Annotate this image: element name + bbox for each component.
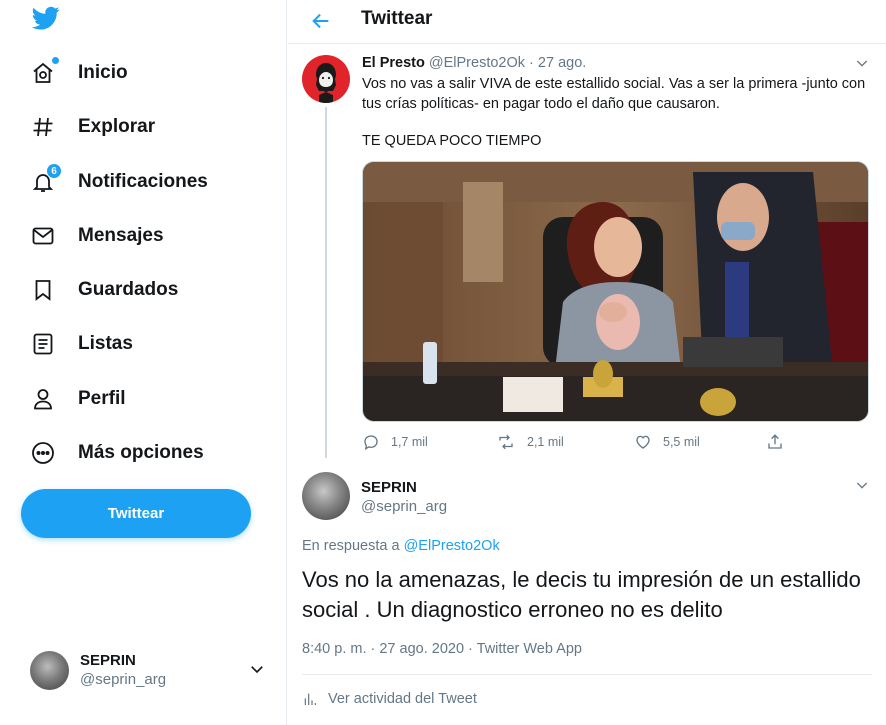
account-switcher[interactable]: SEPRIN @seprin_arg [30,648,270,692]
more-circle-icon [30,440,56,466]
envelope-icon [30,223,56,249]
nav-label: Perfil [78,388,126,409]
avatar[interactable] [302,55,350,103]
home-icon [30,57,59,86]
in-reply-handle-link[interactable]: @ElPresto2Ok [404,538,500,554]
nav-label: Más opciones [78,442,204,463]
avatar[interactable] [302,472,350,520]
activity-label: Ver actividad del Tweet [328,691,477,707]
notification-badge: 6 [46,163,62,179]
page-title: Twittear [361,8,433,29]
in-reply-to: En respuesta a @ElPresto2Ok [302,538,500,554]
reply-icon [364,435,378,451]
nav-notificaciones[interactable]: 6 Notificaciones [30,162,208,202]
analytics-icon [304,693,316,705]
retweet-icon [499,434,513,450]
author-handle[interactable]: @seprin_arg [361,498,447,515]
author-name[interactable]: SEPRIN [361,479,417,496]
tweet-meta[interactable]: 8:40 p. m. · 27 ago. 2020 · Twitter Web … [302,641,582,657]
author-name[interactable]: El Presto [362,55,425,71]
page-header: Twittear [288,0,886,44]
account-handle: @seprin_arg [80,671,167,688]
author-handle[interactable]: @ElPresto2Ok [429,55,525,71]
tweet-text-line: TE QUEDA POCO TIEMPO [362,133,542,149]
share-button[interactable] [766,433,795,451]
nav-inicio[interactable]: Inicio [30,53,128,93]
notification-dot [52,57,59,64]
main-column: Twittear El Presto @ElPresto2Ok · 27 ago… [288,0,886,725]
nav-label: Explorar [78,116,156,137]
sidebar: Inicio Explorar 6 Notificaciones Mensaje… [0,0,287,725]
nav-label: Notificaciones [78,171,208,192]
list-icon [30,331,56,357]
account-name: SEPRIN [80,652,136,669]
tweet-button[interactable]: Twittear [21,489,251,538]
tweet-image[interactable] [362,161,869,422]
parent-tweet[interactable]: El Presto @ElPresto2Ok · 27 ago. Vos no … [288,45,886,458]
nav-perfil[interactable]: Perfil [30,379,126,419]
retweet-count: 2,1 mil [527,435,564,449]
tweet-header: El Presto @ElPresto2Ok · 27 ago. [362,55,586,71]
nav-guardados[interactable]: Guardados [30,270,178,310]
reply-button[interactable]: 1,7 mil [362,433,428,451]
tweet-text: Vos no la amenazas, le decis tu impresió… [302,567,861,622]
tweet-date[interactable]: 27 ago. [538,55,586,71]
chevron-down-icon[interactable] [854,55,870,76]
bookmark-icon [30,277,56,303]
person-icon [30,386,56,412]
hashtag-icon [30,114,56,140]
retweet-button[interactable]: 2,1 mil [496,433,564,451]
nav-mensajes[interactable]: Mensajes [30,216,164,256]
nav-label: Inicio [78,62,128,83]
tweet-activity-link[interactable]: Ver actividad del Tweet [302,691,477,707]
nav-explorar[interactable]: Explorar [30,107,155,147]
chevron-down-icon[interactable] [854,477,870,498]
tweet-actions: 1,7 mil 2,1 mil 5,5 mil [362,433,862,453]
like-button[interactable]: 5,5 mil [634,433,700,451]
nav-listas[interactable]: Listas [30,324,133,364]
tweet-text: Vos no vas a salir VIVA de este estallid… [362,76,866,112]
nav-label: Mensajes [78,225,164,246]
nav-label: Guardados [78,279,179,300]
chevron-down-icon [248,660,266,683]
twitter-logo-icon[interactable] [30,4,62,32]
like-count: 5,5 mil [663,435,700,449]
bell-icon: 6 [30,163,62,195]
avatar [30,650,69,690]
in-reply-prefix: En respuesta a [302,538,400,554]
heart-icon [636,435,650,449]
separator: · [529,55,534,71]
divider [302,674,872,675]
thread-line [325,107,327,458]
nav-label: Listas [78,333,133,354]
back-arrow-icon[interactable] [307,7,335,35]
reply-count: 1,7 mil [391,435,428,449]
share-icon [768,434,782,449]
nav-mas-opciones[interactable]: Más opciones [30,433,204,473]
